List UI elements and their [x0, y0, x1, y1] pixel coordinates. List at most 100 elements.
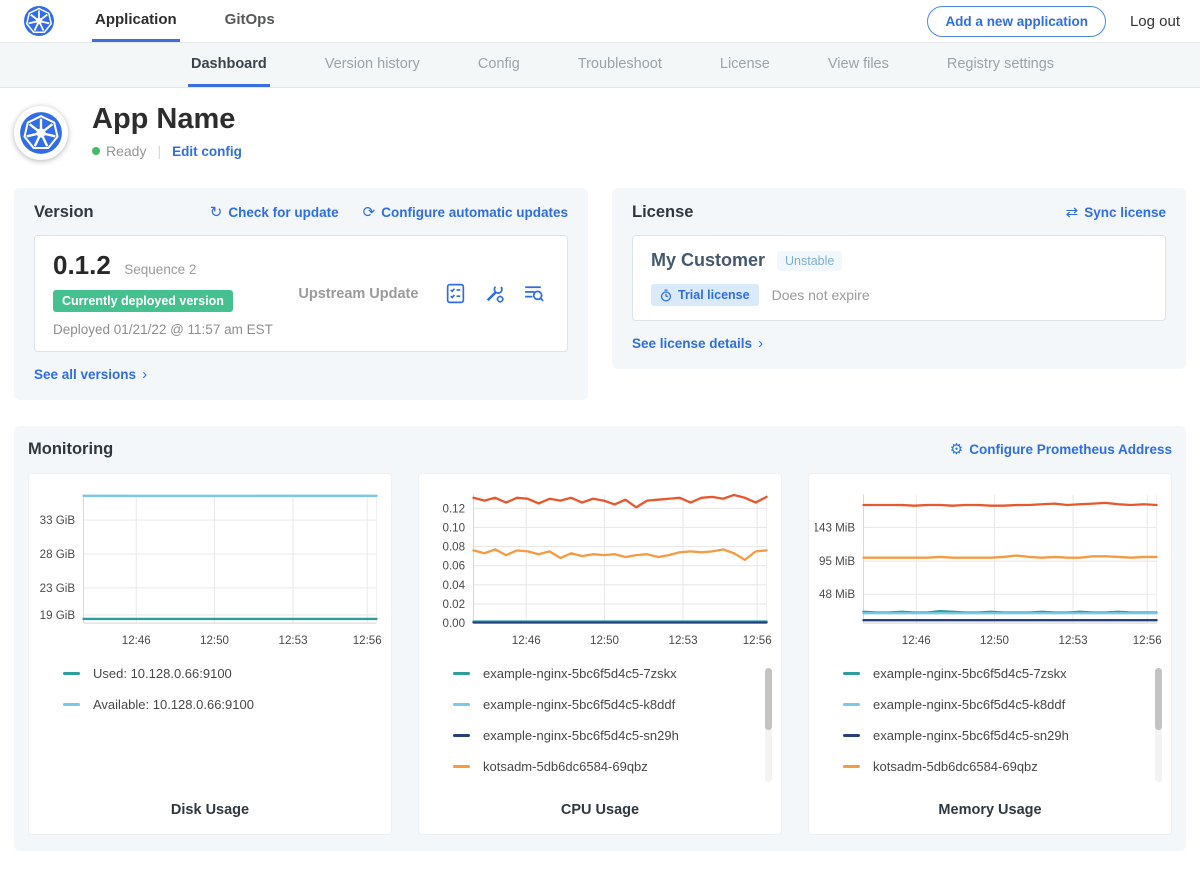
- legend-swatch: [453, 765, 470, 768]
- legend-scrollbar[interactable]: [765, 668, 772, 782]
- legend-label: Available: 10.128.0.66:9100: [93, 697, 254, 712]
- cpu-usage-chart: 0.00 0.02 0.04 0.06 0.08 0.10 0.12 12:46 12:50 12…: [425, 486, 775, 653]
- legend-label: kotsadm-5db6dc6584-69qbz: [873, 759, 1038, 774]
- license-expiry-label: Does not expire: [772, 287, 870, 303]
- legend-scrollbar-thumb[interactable]: [765, 668, 772, 730]
- disk-usage-chart-card: 19 GiB23 GiB28 GiB33 GiB12:4612:5012:531…: [28, 473, 392, 835]
- divider: |: [157, 143, 161, 159]
- x-axis-label: 12:53: [669, 635, 698, 647]
- topnav-item-application[interactable]: Application: [92, 0, 180, 42]
- summary-cards-row: Version ↻ Check for update ⟳ Configure a…: [14, 188, 1186, 400]
- add-application-button[interactable]: Add a new application: [927, 6, 1106, 37]
- chart-title: Disk Usage: [35, 802, 385, 818]
- y-axis-label: 0.04: [443, 580, 466, 592]
- legend-item: example-nginx-5bc6f5d4c5-sn29h: [453, 728, 775, 743]
- customer-name: My Customer: [651, 250, 765, 271]
- view-diff-icon[interactable]: [522, 282, 545, 305]
- memory-usage-chart: 48 MiB95 MiB143 MiB12:4612:5012:5312:56: [815, 486, 1165, 653]
- x-axis-label: 12:53: [279, 635, 308, 647]
- legend-item: Available: 10.128.0.66:9100: [63, 697, 385, 712]
- legend-label: example-nginx-5bc6f5d4c5-sn29h: [483, 728, 679, 743]
- kubernetes-logo-icon: [24, 6, 54, 36]
- x-axis-label: 12:46: [512, 635, 541, 647]
- license-details-row: My Customer Unstable Trial license Does …: [632, 235, 1166, 321]
- wrench-config-icon[interactable]: [483, 282, 506, 305]
- y-axis-label: 28 GiB: [40, 549, 76, 561]
- legend-swatch: [453, 734, 470, 737]
- x-axis-label: 12:56: [1133, 635, 1162, 647]
- tab-dashboard[interactable]: Dashboard: [188, 43, 270, 87]
- sync-license-link[interactable]: ⇄ Sync license: [1066, 205, 1166, 220]
- x-axis-label: 12:56: [353, 635, 382, 647]
- topnav-item-gitops[interactable]: GitOps: [222, 0, 278, 42]
- release-type-label: Upstream Update: [273, 286, 444, 302]
- tab-license[interactable]: License: [717, 43, 773, 87]
- legend-swatch: [63, 672, 80, 675]
- x-axis-label: 12:50: [200, 635, 229, 647]
- topnav-spacer: [320, 0, 928, 42]
- x-axis-label: 12:50: [980, 635, 1009, 647]
- tab-registry-settings[interactable]: Registry settings: [944, 43, 1057, 87]
- x-axis-label: 12:56: [743, 635, 772, 647]
- app-header: App Name Ready | Edit config: [0, 88, 1200, 176]
- legend-item: Used: 10.128.0.66:9100: [63, 666, 385, 681]
- see-all-versions-link[interactable]: See all versions ›: [34, 367, 147, 382]
- channel-badge: Unstable: [777, 251, 842, 271]
- tab-troubleshoot[interactable]: Troubleshoot: [575, 43, 665, 87]
- auto-updates-icon: ⟳: [363, 205, 376, 220]
- app-sub-nav: Dashboard Version history Config Trouble…: [0, 43, 1200, 88]
- see-license-details-link[interactable]: See license details ›: [632, 336, 763, 351]
- y-axis-label: 0.08: [443, 542, 466, 554]
- x-axis-label: 12:46: [902, 635, 931, 647]
- y-axis-label: 0.00: [443, 618, 466, 630]
- preflight-checklist-icon[interactable]: [444, 282, 467, 305]
- legend-item: kotsadm-5db6dc6584-69qbz: [453, 759, 775, 774]
- y-axis-label: 48 MiB: [819, 589, 855, 601]
- version-card-title: Version: [34, 203, 94, 222]
- tab-version-history[interactable]: Version history: [322, 43, 423, 87]
- legend-item: example-nginx-5bc6f5d4c5-k8ddf: [843, 697, 1165, 712]
- license-card-title: License: [632, 203, 693, 222]
- disk-usage-legend: Used: 10.128.0.66:9100 Available: 10.128.…: [63, 666, 385, 784]
- configure-prometheus-link[interactable]: ⚙ Configure Prometheus Address: [950, 442, 1172, 457]
- current-version-row: 0.1.2 Sequence 2 Currently deployed vers…: [34, 235, 568, 352]
- x-axis-label: 12:50: [590, 635, 619, 647]
- edit-config-link[interactable]: Edit config: [172, 144, 242, 159]
- series-line: [473, 495, 766, 507]
- gear-icon: ⚙: [950, 442, 963, 457]
- memory-usage-legend: example-nginx-5bc6f5d4c5-7zskxexample-ng…: [843, 666, 1165, 784]
- legend-swatch: [63, 703, 80, 706]
- legend-scrollbar-thumb[interactable]: [1155, 668, 1162, 730]
- configure-automatic-updates-link[interactable]: ⟳ Configure automatic updates: [363, 205, 568, 220]
- logout-button[interactable]: Log out: [1130, 0, 1180, 42]
- legend-label: kotsadm-5db6dc6584-69qbz: [483, 759, 648, 774]
- ready-status-dot: [92, 147, 100, 155]
- stopwatch-icon: [660, 289, 672, 302]
- legend-item: example-nginx-5bc6f5d4c5-sn29h: [843, 728, 1165, 743]
- chevron-right-icon: ›: [142, 367, 147, 382]
- legend-swatch: [843, 734, 860, 737]
- y-axis-label: 23 GiB: [40, 583, 76, 595]
- legend-label: example-nginx-5bc6f5d4c5-7zskx: [483, 666, 677, 681]
- memory-usage-chart-card: 48 MiB95 MiB143 MiB12:4612:5012:5312:56 …: [808, 473, 1172, 835]
- legend-label: example-nginx-5bc6f5d4c5-k8ddf: [483, 697, 675, 712]
- trial-license-badge: Trial license: [651, 284, 759, 306]
- y-axis-label: 0.10: [443, 522, 466, 534]
- legend-item: example-nginx-5bc6f5d4c5-7zskx: [453, 666, 775, 681]
- version-number: 0.1.2: [53, 250, 111, 280]
- chart-title: CPU Usage: [425, 802, 775, 818]
- deployed-status-badge: Currently deployed version: [53, 290, 233, 312]
- chevron-right-icon: ›: [758, 336, 763, 351]
- legend-scrollbar[interactable]: [1155, 668, 1162, 782]
- tab-config[interactable]: Config: [475, 43, 523, 87]
- y-axis-label: 0.02: [443, 599, 466, 611]
- y-axis-label: 0.12: [443, 503, 466, 515]
- check-update-icon: ↻: [210, 205, 223, 220]
- legend-swatch: [843, 703, 860, 706]
- tab-view-files[interactable]: View files: [825, 43, 892, 87]
- check-for-update-link[interactable]: ↻ Check for update: [210, 205, 339, 220]
- cpu-usage-chart-card: 0.00 0.02 0.04 0.06 0.08 0.10 0.12 12:46 12:50 12…: [418, 473, 782, 835]
- y-axis-label: 0.06: [443, 561, 466, 573]
- legend-label: example-nginx-5bc6f5d4c5-k8ddf: [873, 697, 1065, 712]
- cpu-usage-legend: example-nginx-5bc6f5d4c5-7zskx example-ng…: [453, 666, 775, 784]
